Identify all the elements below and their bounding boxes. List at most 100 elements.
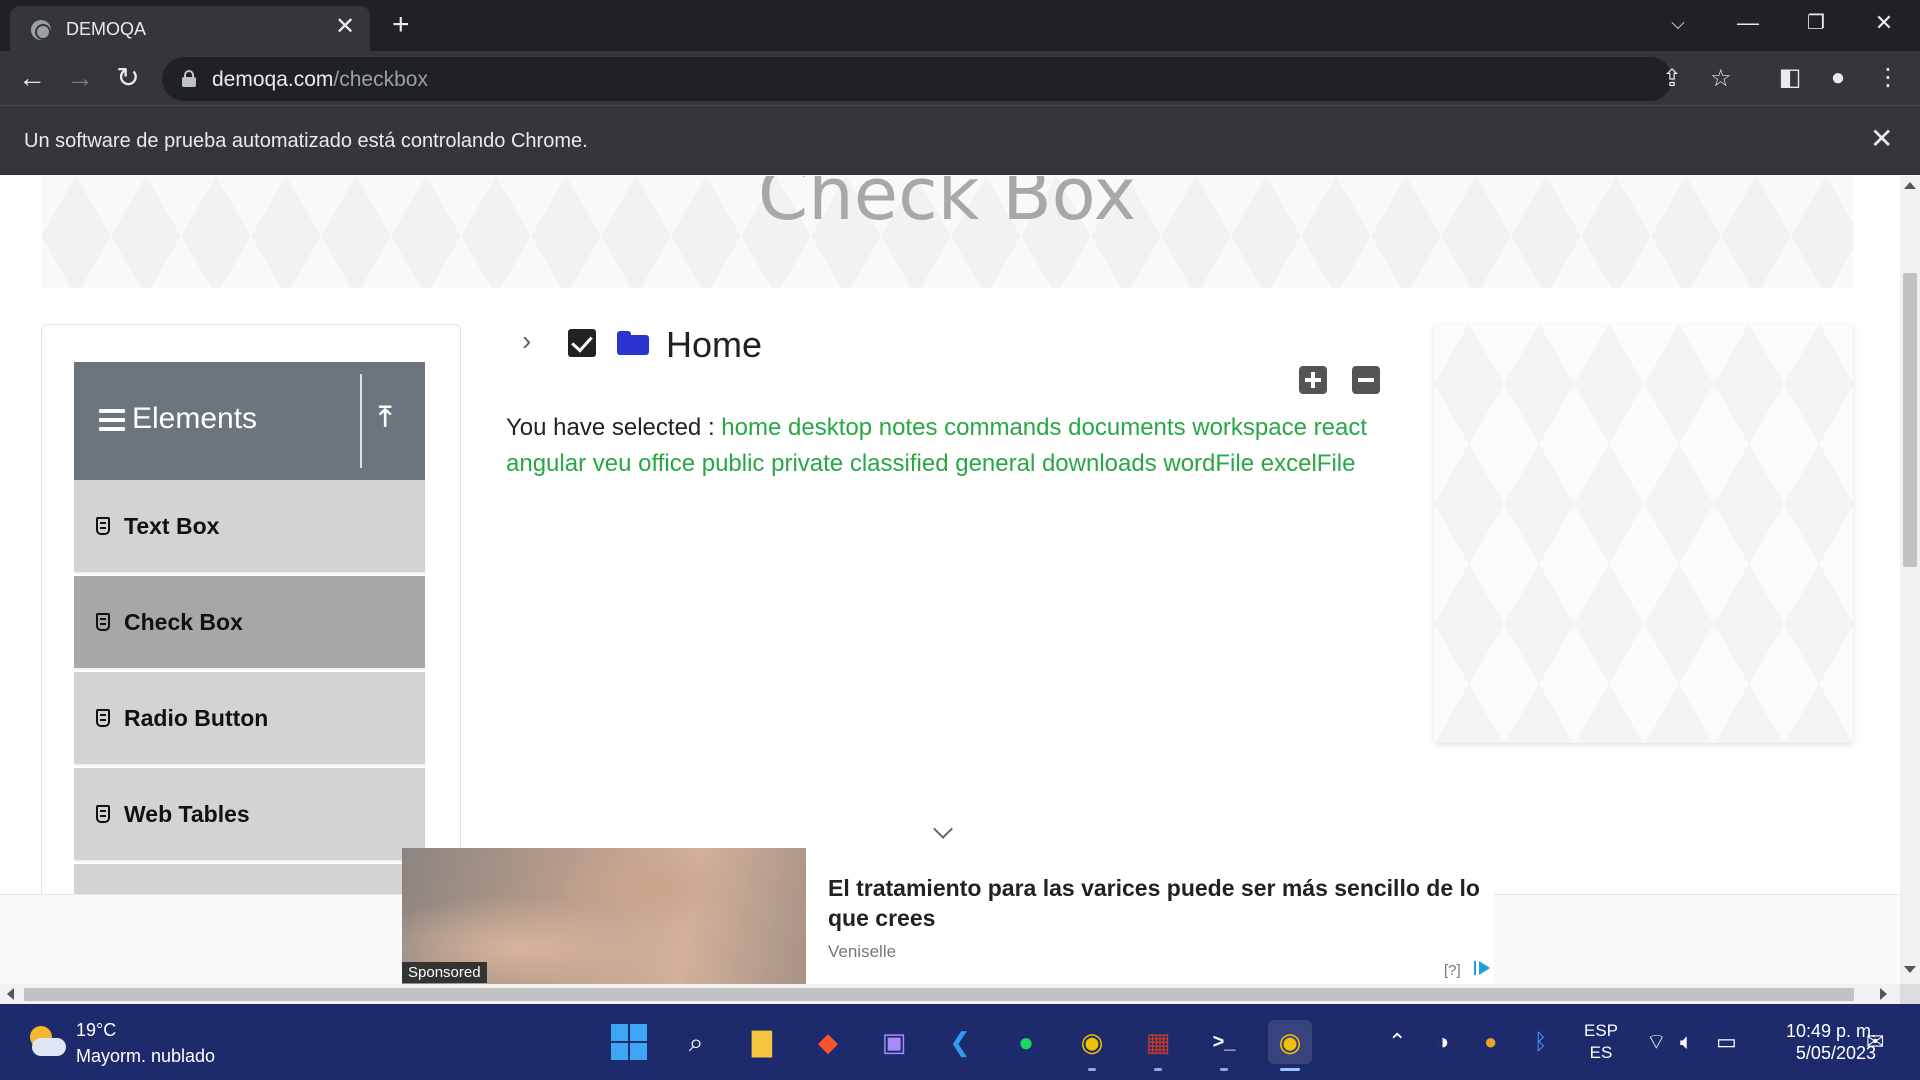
selected-item: react	[1313, 414, 1367, 441]
spotify-button[interactable]: ●	[1004, 1020, 1048, 1064]
result-prefix: You have selected :	[506, 414, 715, 441]
vscode-button[interactable]: ❮	[938, 1020, 982, 1064]
search-icon: ⌕	[688, 1027, 704, 1057]
language-indicator[interactable]: ESP ES	[1584, 1020, 1618, 1064]
search-button[interactable]: ⌕	[674, 1020, 718, 1064]
close-window-button[interactable]: ✕	[1864, 8, 1904, 38]
chrome-button[interactable]: ◉	[1070, 1020, 1114, 1071]
share-icon[interactable]: ⇪	[1662, 65, 1682, 93]
windows-logo-icon	[611, 1024, 647, 1060]
scroll-left-arrow-icon[interactable]	[7, 988, 14, 1000]
elements-group-header[interactable]: Elements ⤒	[74, 362, 425, 480]
home-checkbox[interactable]	[568, 329, 596, 357]
keyboard-layout: ES	[1589, 1043, 1613, 1062]
terminal-button[interactable]: >_	[1202, 1020, 1246, 1071]
vertical-scroll-thumb[interactable]	[1903, 273, 1917, 567]
expand-chevron-icon[interactable]: ›	[522, 326, 531, 356]
notification-icon[interactable]: ✉	[1866, 1028, 1884, 1056]
side-panel-icon[interactable]: ◧	[1772, 63, 1808, 93]
volume-icon[interactable]: 🔈︎	[1680, 1028, 1693, 1056]
battery-icon[interactable]: ▭	[1716, 1028, 1737, 1056]
ad-image[interactable]: Sponsored	[402, 848, 806, 984]
tab-title: DEMOQA	[66, 19, 147, 39]
sidebar-item-check-box[interactable]: Check Box	[74, 576, 425, 670]
html5-icon	[96, 805, 110, 823]
chrome-active-button[interactable]: ◉	[1268, 1020, 1312, 1071]
sidebar-item-web-tables[interactable]: Web Tables	[74, 768, 425, 862]
tab-close-icon[interactable]: ✕	[335, 15, 355, 39]
html5-icon	[96, 709, 110, 727]
ad-headline[interactable]: El tratamiento para las varices puede se…	[828, 873, 1488, 933]
selection-result: You have selected : home desktop notes c…	[506, 410, 1406, 482]
brave-button[interactable]: ◆	[806, 1020, 850, 1064]
ad-info-link[interactable]: [?]	[1444, 962, 1461, 979]
minimize-button[interactable]: —	[1728, 8, 1768, 38]
new-tab-button[interactable]: +	[392, 10, 410, 40]
selected-item: classified	[849, 450, 949, 477]
html5-icon	[96, 517, 110, 535]
windows-taskbar: 19°C Mayorm. nublado ⌕ ▇ ◆ ▣ ❮ ● ◉ ▦ >_ …	[0, 1004, 1920, 1080]
vertical-scrollbar[interactable]	[1900, 176, 1920, 984]
expand-all-button[interactable]	[1299, 366, 1327, 394]
page-banner: Check Box	[41, 176, 1853, 288]
sponsored-ad[interactable]: Sponsored El tratamiento para las varice…	[402, 848, 1494, 984]
start-button[interactable]	[607, 1020, 651, 1064]
tray-app-icon[interactable]: ◑	[1436, 1028, 1449, 1056]
restore-button[interactable]: ❐	[1796, 8, 1836, 38]
selected-item: notes	[878, 414, 938, 441]
sidebar-item-label: Web Tables	[124, 801, 250, 827]
collapse-all-button[interactable]	[1352, 366, 1380, 394]
chevron-down-icon[interactable]	[932, 822, 954, 844]
selected-item: private	[771, 450, 844, 477]
sidebar-item-label: Check Box	[124, 609, 243, 635]
url-text[interactable]: demoqa.com/checkbox	[212, 68, 428, 92]
scroll-up-arrow-icon[interactable]	[1904, 182, 1916, 189]
scrollbar-corner	[1900, 984, 1920, 1004]
selected-item: veu	[592, 450, 632, 477]
back-button[interactable]: ←	[14, 61, 50, 97]
menu-kebab-icon[interactable]: ⋮	[1870, 63, 1906, 93]
group-title: Elements	[132, 402, 258, 435]
scroll-right-arrow-icon[interactable]	[1880, 988, 1887, 1000]
winrar-icon: ▦	[1145, 1027, 1171, 1057]
show-hidden-icons-chevron[interactable]: ⌃	[1388, 1028, 1406, 1056]
app-button[interactable]: ▣	[872, 1020, 916, 1064]
infobar-close-icon[interactable]: ✕	[1870, 124, 1893, 154]
forward-button[interactable]: →	[62, 61, 98, 97]
tree-node-label[interactable]: Home	[666, 324, 762, 366]
page-title: Check Box	[757, 176, 1137, 236]
selected-item: public	[701, 450, 765, 477]
horizontal-scrollbar[interactable]	[0, 984, 1900, 1004]
collapse-up-icon[interactable]: ⤒	[379, 402, 391, 432]
running-indicator	[1154, 1068, 1162, 1071]
folder-icon	[617, 331, 649, 355]
address-bar[interactable]: demoqa.com/checkbox ⇪ ☆	[162, 57, 1732, 101]
infobar-message: Un software de prueba automatizado está …	[24, 130, 588, 152]
folder-icon: ▇	[752, 1027, 772, 1057]
lock-icon[interactable]	[182, 70, 196, 87]
chrome-icon: ◉	[1080, 1027, 1104, 1057]
sidebar-item-radio-button[interactable]: Radio Button	[74, 672, 425, 766]
clock-date: 5/05/2023	[1795, 1043, 1876, 1063]
file-explorer-button[interactable]: ▇	[740, 1020, 784, 1064]
browser-tab[interactable]: DEMOQA ✕	[10, 6, 370, 51]
profile-icon[interactable]: ●	[1820, 63, 1856, 93]
star-icon[interactable]: ☆	[1710, 65, 1732, 93]
clock[interactable]: 10:49 p. m. 5/05/2023	[1760, 1020, 1876, 1064]
selected-item: angular	[506, 450, 587, 477]
running-indicator	[1220, 1068, 1228, 1071]
winrar-button[interactable]: ▦	[1136, 1020, 1180, 1071]
html5-icon	[96, 613, 110, 631]
scroll-down-arrow-icon[interactable]	[1904, 966, 1916, 973]
tab-search-chevron-icon[interactable]: ⌵	[1658, 8, 1698, 38]
tray-app-icon[interactable]: ●	[1484, 1028, 1497, 1056]
selected-item: office	[638, 450, 696, 477]
selected-item: workspace	[1192, 414, 1307, 441]
bluetooth-icon[interactable]: ᛒ	[1534, 1028, 1547, 1056]
adchoices-icon[interactable]	[1474, 959, 1492, 977]
horizontal-scroll-thumb[interactable]	[24, 988, 1854, 1001]
sidebar-item-text-box[interactable]: Text Box	[74, 480, 425, 574]
reload-button[interactable]: ↻	[110, 61, 146, 97]
left-panel: Elements ⤒ Text Box Check Box Radio Butt…	[41, 324, 461, 984]
wifi-icon[interactable]: ⌔	[1646, 1028, 1667, 1056]
